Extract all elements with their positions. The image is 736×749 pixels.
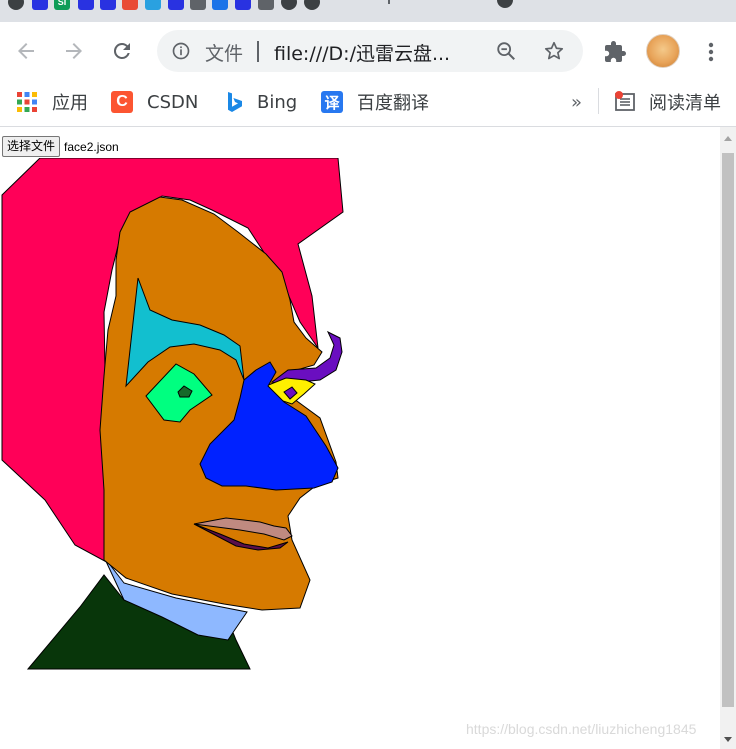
tab-strip: SI <box>0 0 736 22</box>
arrow-right-icon <box>66 43 82 59</box>
baidu-icon[interactable] <box>100 0 116 10</box>
github-icon[interactable] <box>8 0 24 10</box>
reading-list-button[interactable]: 阅读清单 <box>614 88 721 116</box>
file-input[interactable]: 选择文件 face2.json <box>2 136 119 157</box>
baidu-translate-icon: 译 <box>321 91 343 113</box>
bing-icon <box>223 91 245 113</box>
bookmark-label: Bing <box>257 91 298 113</box>
bookmark-bing[interactable]: Bing <box>223 88 297 116</box>
scroll-up-arrow-icon[interactable] <box>724 136 732 141</box>
scroll-down-arrow-icon[interactable] <box>724 737 732 742</box>
bookmark-apps[interactable]: 应用 <box>16 88 88 116</box>
omnibox-divider <box>257 41 259 62</box>
watermark: https://blog.csdn.net/liuzhicheng1845 <box>466 721 697 737</box>
address-bar[interactable]: 文件 file:///D:/迅雷云盘... <box>157 30 583 72</box>
reading-list-label: 阅读清单 <box>649 93 721 114</box>
reload-button[interactable] <box>107 36 137 66</box>
bookmark-label: 百度翻译 <box>357 93 429 114</box>
url-text[interactable]: file:///D:/迅雷云盘... <box>274 39 450 66</box>
github-icon[interactable] <box>281 0 297 10</box>
extensions-puzzle-icon[interactable] <box>603 40 627 64</box>
choose-file-button[interactable]: 选择文件 <box>2 136 61 157</box>
baidu-icon[interactable] <box>78 0 94 10</box>
selected-file-name: face2.json <box>64 139 119 154</box>
apps-grid-icon <box>16 91 38 113</box>
face-drawing <box>1 158 344 670</box>
tab-pin-icon <box>388 0 390 4</box>
scrollbar-thumb[interactable] <box>722 153 734 707</box>
profile-avatar[interactable] <box>646 34 680 68</box>
bookmark-label: 应用 <box>52 93 88 114</box>
page-content: 选择文件 face2.json <box>0 127 720 749</box>
bookmark-star-icon[interactable] <box>543 40 565 62</box>
baidu-icon[interactable] <box>168 0 184 10</box>
browser-toolbar: 文件 file:///D:/迅雷云盘... <box>0 22 736 80</box>
arrow-left-icon <box>18 43 34 59</box>
reading-list-icon <box>614 91 636 113</box>
bookmarks-overflow-button[interactable]: » <box>571 88 582 116</box>
csdn-icon: C <box>111 91 133 113</box>
bookmark-label: CSDN <box>147 91 199 113</box>
github-icon[interactable] <box>304 0 320 10</box>
tab-close-icon[interactable] <box>497 0 513 8</box>
bookmark-baidu-translate[interactable]: 译 百度翻译 <box>321 88 429 116</box>
layers-icon[interactable] <box>145 0 161 10</box>
bookmarks-divider <box>598 88 599 114</box>
reload-icon <box>113 42 130 59</box>
zoom-out-icon[interactable] <box>495 40 517 62</box>
forward-button[interactable] <box>59 36 89 66</box>
more-menu-icon[interactable] <box>700 40 722 64</box>
si-icon[interactable]: SI <box>54 0 70 10</box>
bookmark-csdn[interactable]: C CSDN <box>111 88 198 116</box>
edit-icon[interactable] <box>190 0 206 10</box>
red-app-icon[interactable] <box>122 0 138 10</box>
baidu-icon[interactable] <box>32 0 48 10</box>
bookmarks-bar: 应用 C CSDN Bing 译 百度翻译 » 阅读清单 <box>0 80 736 127</box>
baidu-icon[interactable] <box>235 0 251 10</box>
back-button[interactable] <box>11 36 41 66</box>
edit-icon[interactable] <box>258 0 274 10</box>
security-label[interactable]: 文件 <box>205 39 243 66</box>
info-icon[interactable] <box>171 41 191 61</box>
vertical-scrollbar[interactable] <box>720 127 736 749</box>
blue-app-icon[interactable] <box>212 0 228 10</box>
